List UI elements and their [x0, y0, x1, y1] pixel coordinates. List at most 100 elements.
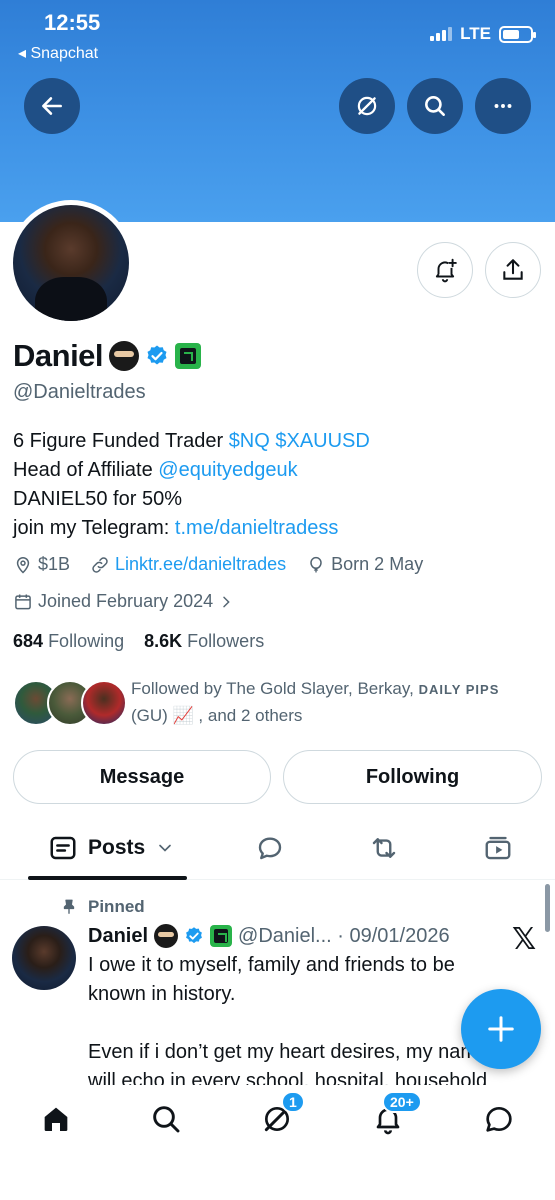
post-paragraph-2: Even if i don’t get my heart desires, my…: [88, 1041, 489, 1085]
follower-avatar: [81, 680, 127, 726]
pinned-indicator: Pinned: [60, 897, 145, 917]
tab-posts-label: Posts: [88, 836, 146, 859]
media-icon: [485, 836, 511, 860]
cashtag-link[interactable]: $NQ $XAUUSD: [229, 430, 370, 452]
follower-avatars: [13, 676, 131, 730]
grok-icon: [357, 96, 377, 116]
repost-icon: [372, 838, 396, 858]
affiliate-badge-icon: [210, 925, 233, 947]
pinned-label: Pinned: [88, 897, 145, 916]
plus-icon: [488, 1016, 514, 1042]
followed-by-row[interactable]: Followed by The Gold Slayer, Berkay, DAI…: [13, 676, 498, 730]
link-icon: [92, 556, 108, 573]
location-item: $1B: [13, 554, 70, 575]
post-paragraph-1: I owe it to myself, family and friends t…: [88, 954, 455, 1005]
following-button[interactable]: Following: [283, 750, 542, 804]
joined-row[interactable]: Joined February 2024: [13, 591, 254, 612]
post-author-avatar[interactable]: [12, 926, 76, 990]
more-options-button[interactable]: [475, 78, 531, 134]
profile-avatar[interactable]: [8, 200, 134, 326]
tab-media[interactable]: [483, 822, 513, 874]
status-time: 12:55: [44, 10, 101, 35]
search-icon: [153, 1106, 180, 1133]
joined-item[interactable]: Joined February 2024: [13, 591, 234, 612]
profile-bio: 6 Figure Funded Trader $NQ $XAUUSD Head …: [13, 427, 370, 543]
balloon-icon: [310, 556, 322, 572]
grok-button[interactable]: [339, 78, 395, 134]
signal-icon: [430, 27, 453, 41]
home-icon: [44, 1107, 68, 1131]
mention-link[interactable]: @equityedgeuk: [158, 459, 297, 481]
back-to-app-link[interactable]: ◂ Snapchat: [18, 43, 98, 63]
following-count: 684: [13, 631, 44, 651]
bio-line-2: Head of Affiliate: [13, 459, 159, 481]
ninja-emoji-icon: [109, 341, 140, 371]
posts-icon: [50, 836, 76, 860]
nav-search[interactable]: [146, 1099, 186, 1139]
followers-count-link[interactable]: 8.6K Followers: [144, 631, 264, 651]
message-button[interactable]: Message: [13, 750, 271, 804]
notifications-badge: 20+: [382, 1091, 422, 1113]
share-icon: [503, 259, 523, 280]
location-pin-icon: [16, 556, 30, 574]
followers-label: Followers: [187, 631, 265, 651]
tab-replies[interactable]: [255, 822, 285, 874]
nav-grok[interactable]: 1: [257, 1091, 305, 1139]
x-logo-icon: 𝕏: [512, 923, 537, 956]
search-button[interactable]: [407, 78, 463, 134]
arrow-left-icon: [42, 97, 62, 115]
bio-line-3: DANIEL50 for 50%: [13, 488, 182, 510]
calendar-icon: [15, 594, 31, 609]
search-icon: [425, 96, 445, 116]
bio-line-4: join my Telegram:: [13, 517, 175, 539]
post-handle-date: @Daniel... · 09/01/2026: [238, 924, 450, 947]
telegram-link[interactable]: t.me/danieltradess: [175, 517, 338, 539]
more-icon: [494, 104, 512, 108]
nav-notifications[interactable]: 20+: [368, 1091, 422, 1139]
active-tab-indicator: [28, 876, 187, 880]
chevron-right-icon: [223, 596, 230, 607]
followed-by-suffix: (GU) 📈 , and 2 others: [131, 706, 303, 725]
tab-posts[interactable]: Posts: [48, 822, 175, 874]
bio-line-1: 6 Figure Funded Trader: [13, 430, 229, 452]
scrollbar[interactable]: [545, 884, 550, 932]
birthday-item: Born 2 May: [306, 554, 423, 575]
website-item[interactable]: Linktr.ee/danieltrades: [90, 554, 286, 575]
back-button[interactable]: [24, 78, 80, 134]
location-text: $1B: [38, 554, 71, 574]
verified-badge-icon: [186, 927, 202, 944]
pin-icon: [63, 899, 75, 914]
profile-name-row: Daniel: [13, 338, 202, 374]
share-button[interactable]: [485, 242, 541, 298]
nav-messages[interactable]: [479, 1099, 519, 1139]
notifications-subscribe-button[interactable]: [417, 242, 473, 298]
profile-meta-row: $1B Linktr.ee/danieltrades Born 2 May: [13, 554, 443, 575]
network-label: LTE: [460, 24, 491, 43]
chevron-down-icon: [159, 844, 172, 852]
joined-text: Joined February 2024: [38, 591, 214, 611]
profile-handle: @Danieltrades: [13, 381, 146, 403]
profile-name: Daniel: [13, 338, 104, 373]
status-indicators: LTE: [430, 24, 536, 44]
post-header: Daniel @Daniel... · 09/01/2026: [88, 924, 450, 948]
followed-by-text: Followed by The Gold Slayer, Berkay, DAI…: [131, 676, 551, 729]
compose-post-button[interactable]: [461, 989, 541, 1069]
website-link[interactable]: Linktr.ee/danieltrades: [115, 554, 286, 575]
following-count-link[interactable]: 684 Following: [13, 631, 124, 651]
bell-plus-icon: [435, 258, 457, 283]
bottom-navigation: 1 20+: [0, 1085, 555, 1200]
nav-home[interactable]: [36, 1099, 76, 1139]
verified-badge-icon[interactable]: [145, 344, 169, 368]
birthday-text: Born 2 May: [331, 554, 424, 574]
follow-counts: 684 Following 8.6K Followers: [13, 631, 264, 652]
followed-by-prefix: Followed by The Gold Slayer, Berkay,: [131, 679, 419, 698]
battery-icon: [499, 25, 536, 43]
affiliate-badge-icon[interactable]: [175, 343, 202, 369]
post-body[interactable]: I owe it to myself, family and friends t…: [88, 951, 508, 1085]
post-author-name[interactable]: Daniel: [88, 925, 148, 948]
profile-tabs: Posts: [0, 822, 555, 880]
followers-count: 8.6K: [144, 631, 183, 651]
grok-badge: 1: [281, 1091, 305, 1113]
reply-bubble-icon: [258, 837, 282, 860]
tab-reposts[interactable]: [369, 822, 399, 874]
